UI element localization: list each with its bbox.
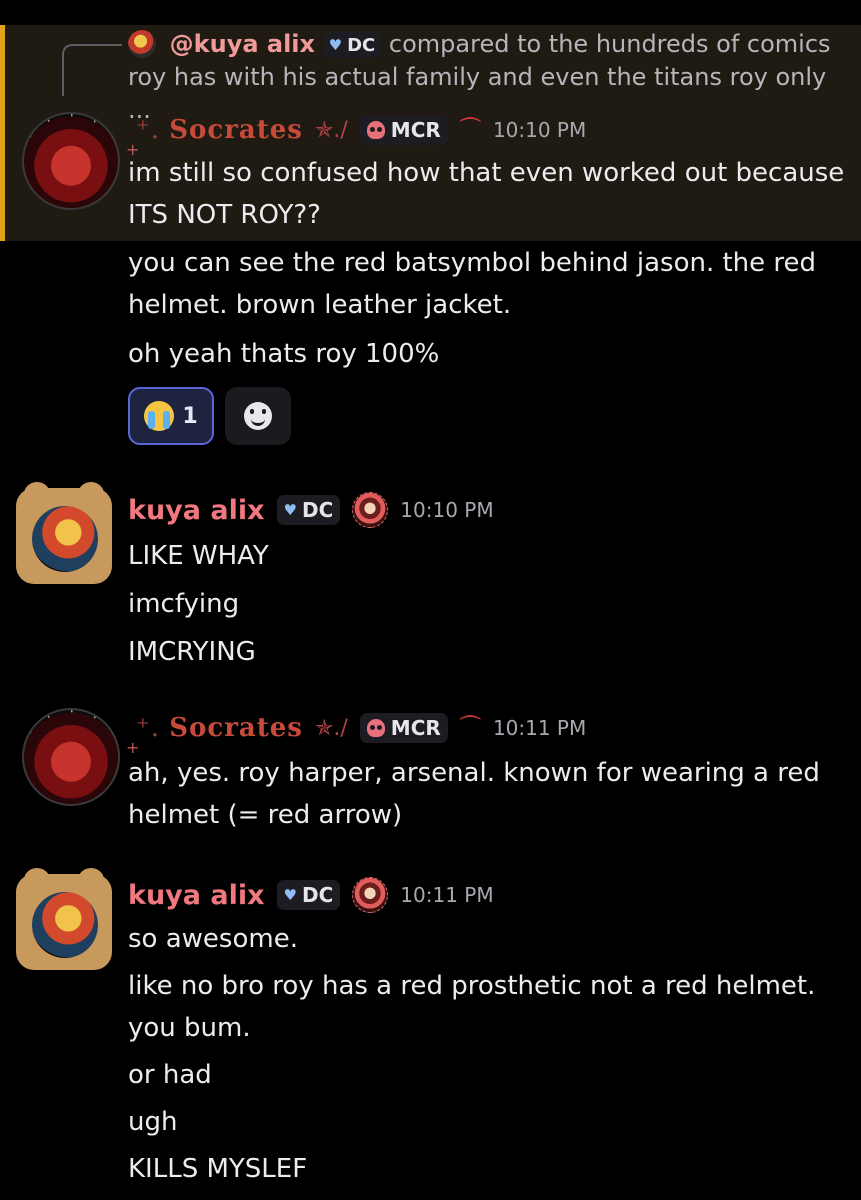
message-line: ugh (128, 1107, 178, 1137)
message-content: you can see the red batsymbol behind jas… (128, 242, 848, 326)
author-name[interactable]: kuya alix (128, 880, 265, 911)
message-line: oh yeah thats roy 100% (128, 339, 440, 369)
smile-icon (244, 402, 272, 430)
message-line: imcfying (128, 589, 240, 619)
mention-highlight-bar (0, 25, 5, 241)
reply-role-tag: ♥ DC (322, 32, 382, 58)
cat-ear-right (78, 868, 104, 892)
reaction-cry[interactable]: 1 (128, 387, 214, 445)
bat-symbol-icon: ⏜ (459, 117, 481, 143)
message-line: ah, yes. roy harper, arsenal. known for … (128, 758, 820, 830)
timestamp: 10:10 PM (400, 498, 494, 522)
message-line: im still so confused how that even worke… (128, 158, 845, 230)
character-badge-icon (352, 877, 389, 913)
cat-ear-right (78, 482, 104, 506)
avatar-image (32, 506, 98, 572)
avatar[interactable] (16, 482, 112, 584)
message-header: kuya alix ♥ DC 10:11 PM (128, 875, 494, 915)
reply-role-tag-label: DC (347, 34, 376, 56)
add-reaction-button[interactable] (225, 387, 291, 445)
avatar[interactable] (16, 868, 112, 970)
reaction-count: 1 (182, 403, 198, 429)
author-name[interactable]: ⁺. Socrates (136, 115, 303, 145)
character-badge-icon (352, 492, 389, 528)
message-content: oh yeah thats roy 100% (128, 333, 848, 375)
heart-icon: ♥ (328, 35, 343, 54)
role-tag[interactable]: ♥ DC (276, 495, 341, 525)
reply-connector (62, 44, 122, 96)
reply-author[interactable]: @kuya alix (170, 30, 315, 58)
bat-symbol-icon: ⏜ (459, 715, 481, 741)
message-content: so awesome. like no bro roy has a red pr… (128, 918, 848, 1190)
message-line: like no bro roy has a red prosthetic not… (128, 971, 816, 1043)
avatar-image (32, 892, 98, 958)
skull-icon (366, 719, 385, 737)
cat-ear-left (24, 482, 50, 506)
message-content: LIKE WHAY imcfying IMCRYING (128, 532, 848, 676)
cat-ear-left (24, 868, 50, 892)
message-line: KILLS MYSLEF (128, 1154, 308, 1184)
avatar[interactable] (22, 708, 120, 806)
message-content: im still so confused how that even worke… (128, 152, 848, 236)
message-line: you can see the red batsymbol behind jas… (128, 248, 817, 320)
role-tag[interactable]: ♥ DC (276, 880, 341, 910)
author-name[interactable]: ⁺. Socrates (136, 713, 303, 743)
loudly-crying-face-icon (144, 401, 175, 431)
message-content: ah, yes. roy harper, arsenal. known for … (128, 752, 848, 836)
role-tag[interactable]: MCR (359, 115, 448, 145)
message-line: IMCRYING (128, 637, 256, 667)
message-header: kuya alix ♥ DC 10:10 PM (128, 490, 494, 530)
message-line: so awesome. (128, 924, 298, 954)
message-line: LIKE WHAY (128, 541, 269, 571)
role-tag[interactable]: MCR (359, 713, 448, 743)
pentagram-icon: ✯./ (314, 715, 348, 741)
timestamp: 10:10 PM (492, 118, 587, 142)
message-line: or had (128, 1060, 212, 1090)
timestamp: 10:11 PM (400, 883, 494, 907)
heart-icon: ♥ (283, 886, 297, 904)
message-header: ⁺. Socrates ✯./ MCR ⏜ 10:11 PM (136, 710, 586, 746)
reply-avatar[interactable] (128, 30, 156, 58)
heart-icon: ♥ (283, 501, 297, 519)
pentagram-icon: ✯./ (314, 117, 348, 143)
message-header: ⁺. Socrates ✯./ MCR ⏜ 10:10 PM (136, 112, 586, 148)
skull-icon (366, 121, 385, 139)
timestamp: 10:11 PM (492, 716, 587, 740)
author-name[interactable]: kuya alix (128, 495, 265, 526)
avatar[interactable] (22, 112, 120, 210)
